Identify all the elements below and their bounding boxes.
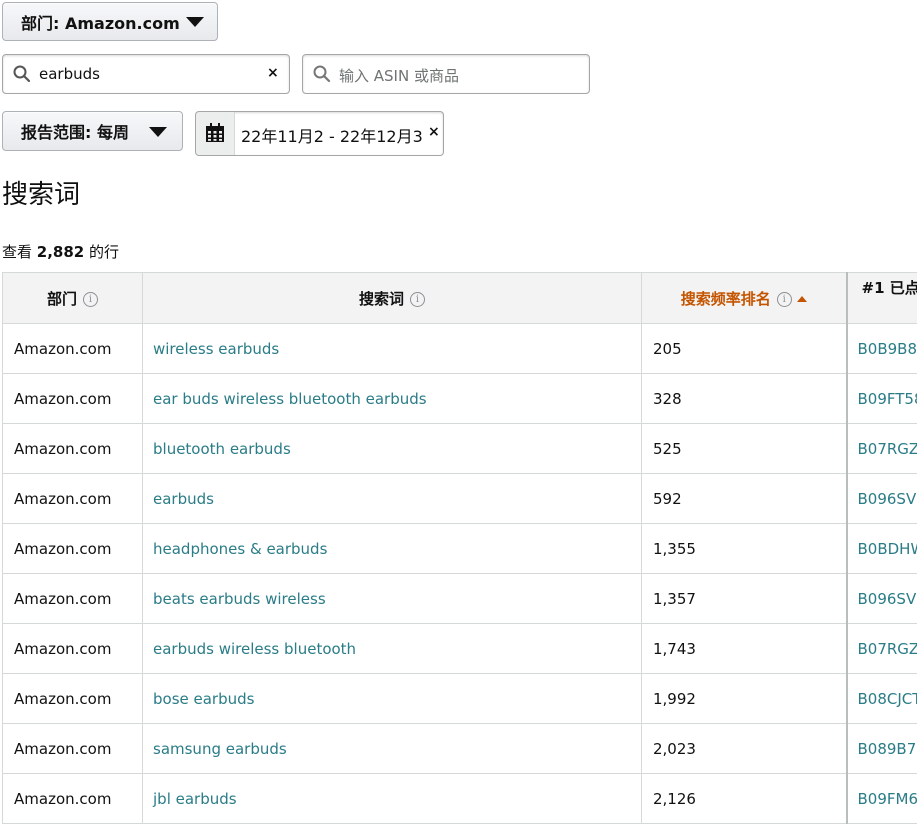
department-cell: Amazon.com: [3, 674, 143, 724]
search-term-link[interactable]: samsung earbuds: [143, 724, 642, 774]
department-cell: Amazon.com: [3, 524, 143, 574]
search-term-link[interactable]: earbuds wireless bluetooth: [143, 624, 642, 674]
asin-placeholder: 输入 ASIN 或商品: [339, 65, 459, 86]
frequency-rank-cell: 1,743: [642, 624, 847, 674]
column-header-frequency-rank[interactable]: 搜索频率排名 i: [642, 273, 847, 324]
chevron-down-icon: [149, 127, 167, 137]
asin-link[interactable]: B0B9B8: [847, 324, 917, 374]
table-row: Amazon.com earbuds 592 B096SV8: [3, 474, 917, 524]
row-count-suffix: 的行: [89, 243, 119, 261]
asin-link[interactable]: B0BDHW: [847, 524, 917, 574]
report-range-label: 报告范围: 每周: [21, 119, 129, 143]
column-header-label: 搜索频率排名: [681, 290, 771, 308]
table-row: Amazon.com bluetooth earbuds 525 B07RGZ: [3, 424, 917, 474]
frequency-rank-cell: 1,355: [642, 524, 847, 574]
table-row: Amazon.com bose earbuds 1,992 B08CJCT: [3, 674, 917, 724]
column-header-search-term[interactable]: 搜索词 i: [143, 273, 642, 324]
department-cell: Amazon.com: [3, 374, 143, 424]
calendar-icon: [205, 123, 225, 143]
search-term-link[interactable]: beats earbuds wireless: [143, 574, 642, 624]
asin-link[interactable]: B07RGZ: [847, 624, 917, 674]
asin-link[interactable]: B08CJCT: [847, 674, 917, 724]
asin-link[interactable]: B07RGZ: [847, 424, 917, 474]
calendar-button[interactable]: [196, 112, 235, 155]
column-header-label: 搜索词: [359, 290, 404, 308]
date-range-picker[interactable]: 22年11月2 - 22年12月3 ×: [195, 111, 444, 156]
clear-date-button[interactable]: ×: [428, 124, 440, 140]
row-count-prefix: 查看: [2, 243, 32, 261]
department-cell: Amazon.com: [3, 774, 143, 824]
table-row: Amazon.com headphones & earbuds 1,355 B0…: [3, 524, 917, 574]
frequency-rank-cell: 2,023: [642, 724, 847, 774]
search-icon: [313, 65, 331, 83]
asin-link[interactable]: B089B7: [847, 724, 917, 774]
search-term-link[interactable]: bluetooth earbuds: [143, 424, 642, 474]
search-term-input[interactable]: earbuds ×: [2, 54, 290, 94]
search-term-link[interactable]: wireless earbuds: [143, 324, 642, 374]
department-cell: Amazon.com: [3, 474, 143, 524]
search-term-link[interactable]: ear buds wireless bluetooth earbuds: [143, 374, 642, 424]
table-row: Amazon.com samsung earbuds 2,023 B089B7: [3, 724, 917, 774]
table-row: Amazon.com jbl earbuds 2,126 B09FM6: [3, 774, 917, 824]
frequency-rank-cell: 1,992: [642, 674, 847, 724]
department-cell: Amazon.com: [3, 724, 143, 774]
department-cell: Amazon.com: [3, 324, 143, 374]
table-row: Amazon.com earbuds wireless bluetooth 1,…: [3, 624, 917, 674]
department-cell: Amazon.com: [3, 624, 143, 674]
department-dropdown[interactable]: 部门: Amazon.com: [2, 2, 218, 41]
frequency-rank-cell: 328: [642, 374, 847, 424]
column-header-label: 部门: [47, 290, 77, 308]
search-term-value: earbuds: [39, 65, 100, 83]
department-cell: Amazon.com: [3, 424, 143, 474]
frequency-rank-cell: 205: [642, 324, 847, 374]
search-term-link[interactable]: bose earbuds: [143, 674, 642, 724]
search-term-link[interactable]: earbuds: [143, 474, 642, 524]
frequency-rank-cell: 2,126: [642, 774, 847, 824]
chevron-down-icon: [186, 17, 204, 27]
frequency-rank-cell: 592: [642, 474, 847, 524]
page-title: 搜索词: [2, 174, 80, 211]
search-term-link[interactable]: jbl earbuds: [143, 774, 642, 824]
asin-link[interactable]: B096SV8: [847, 474, 917, 524]
asin-link[interactable]: B096SV8: [847, 574, 917, 624]
clear-search-button[interactable]: ×: [267, 65, 279, 81]
search-terms-table: 部门 i 搜索词 i 搜索频率排名 i #1 已点 Amazon.com wirele…: [2, 272, 917, 824]
column-header-label: #1 已点: [862, 279, 917, 297]
search-icon: [13, 65, 31, 83]
info-icon[interactable]: i: [83, 292, 98, 307]
department-cell: Amazon.com: [3, 574, 143, 624]
date-range-value[interactable]: 22年11月2 - 22年12月3: [241, 123, 427, 147]
search-term-link[interactable]: headphones & earbuds: [143, 524, 642, 574]
asin-link[interactable]: B09FM6: [847, 774, 917, 824]
row-count: 查看 2,882 的行: [2, 241, 119, 262]
table-row: Amazon.com wireless earbuds 205 B0B9B8: [3, 324, 917, 374]
asin-link[interactable]: B09FT58: [847, 374, 917, 424]
table-row: Amazon.com ear buds wireless bluetooth e…: [3, 374, 917, 424]
frequency-rank-cell: 525: [642, 424, 847, 474]
column-header-department[interactable]: 部门 i: [3, 273, 143, 324]
table-row: Amazon.com beats earbuds wireless 1,357 …: [3, 574, 917, 624]
frequency-rank-cell: 1,357: [642, 574, 847, 624]
sort-ascending-icon: [797, 296, 807, 302]
table-header-row: 部门 i 搜索词 i 搜索频率排名 i #1 已点: [3, 273, 917, 324]
asin-input[interactable]: 输入 ASIN 或商品: [302, 54, 590, 94]
column-header-top-clicked[interactable]: #1 已点: [847, 273, 917, 324]
info-icon[interactable]: i: [410, 292, 425, 307]
info-icon[interactable]: i: [777, 292, 792, 307]
row-count-value: 2,882: [37, 243, 84, 261]
report-range-dropdown[interactable]: 报告范围: 每周: [2, 111, 183, 151]
department-dropdown-label: 部门: Amazon.com: [21, 10, 180, 34]
